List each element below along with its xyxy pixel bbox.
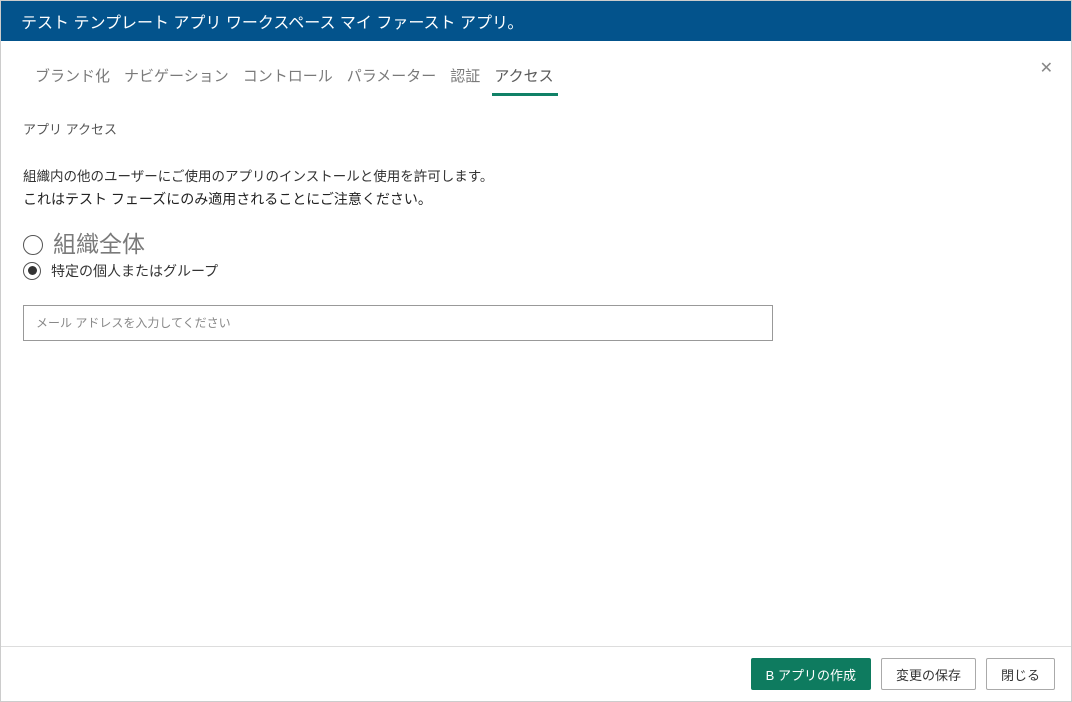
tab-label: ブランド化	[35, 68, 110, 85]
tab-label: コントロール	[243, 68, 333, 85]
close-button[interactable]: 閉じる	[986, 658, 1055, 690]
radio-label: 組織全体	[53, 231, 145, 259]
email-input[interactable]	[23, 305, 773, 341]
tab-label: ナビゲーション	[124, 68, 229, 85]
footer: B アプリの作成 変更の保存 閉じる	[1, 646, 1071, 701]
tab-label: アクセス	[494, 68, 553, 85]
tab-label: パラメーター	[347, 68, 437, 85]
title-text: テスト テンプレート アプリ ワークスペース マイ ファースト アプリ。	[21, 9, 523, 33]
create-app-button[interactable]: B アプリの作成	[751, 658, 871, 690]
save-changes-button[interactable]: 変更の保存	[881, 658, 976, 690]
radio-specific-people[interactable]: 特定の個人またはグループ	[23, 261, 1049, 281]
section-title: アプリ アクセス	[23, 119, 1049, 138]
button-label: 変更の保存	[896, 665, 961, 684]
tabs: ブランド化 ナビゲーション コントロール パラメーター 認証 アクセス	[31, 57, 558, 94]
tab-access[interactable]: アクセス	[490, 57, 557, 94]
title-bar: テスト テンプレート アプリ ワークスペース マイ ファースト アプリ。	[1, 1, 1071, 41]
tab-auth[interactable]: 認証	[446, 57, 484, 94]
close-icon[interactable]: ✕	[1040, 61, 1053, 77]
tab-control[interactable]: コントロール	[239, 57, 337, 94]
button-label: 閉じる	[1001, 665, 1040, 684]
content-area: アプリ アクセス 組織内の他のユーザーにご使用のアプリのインストールと使用を許可…	[1, 95, 1071, 365]
radio-entire-org[interactable]: 組織全体	[23, 231, 1049, 259]
radio-selected-dot	[28, 266, 37, 275]
description-line-1: 組織内の他のユーザーにご使用のアプリのインストールと使用を許可します。	[23, 166, 1049, 188]
description-line-2: これはテスト フェーズにのみ適用されることにご注意ください。	[23, 188, 1049, 212]
button-label: B アプリの作成	[766, 665, 856, 684]
tab-branding[interactable]: ブランド化	[31, 57, 114, 94]
radio-group: 組織全体 特定の個人またはグループ	[23, 231, 1049, 281]
radio-label: 特定の個人またはグループ	[51, 261, 218, 281]
radio-icon	[23, 235, 43, 255]
tab-navigation[interactable]: ナビゲーション	[120, 57, 233, 94]
tabs-row: ブランド化 ナビゲーション コントロール パラメーター 認証 アクセス ✕	[1, 41, 1071, 95]
tab-parameter[interactable]: パラメーター	[343, 57, 441, 94]
radio-icon	[23, 262, 41, 280]
tab-label: 認証	[450, 68, 480, 85]
